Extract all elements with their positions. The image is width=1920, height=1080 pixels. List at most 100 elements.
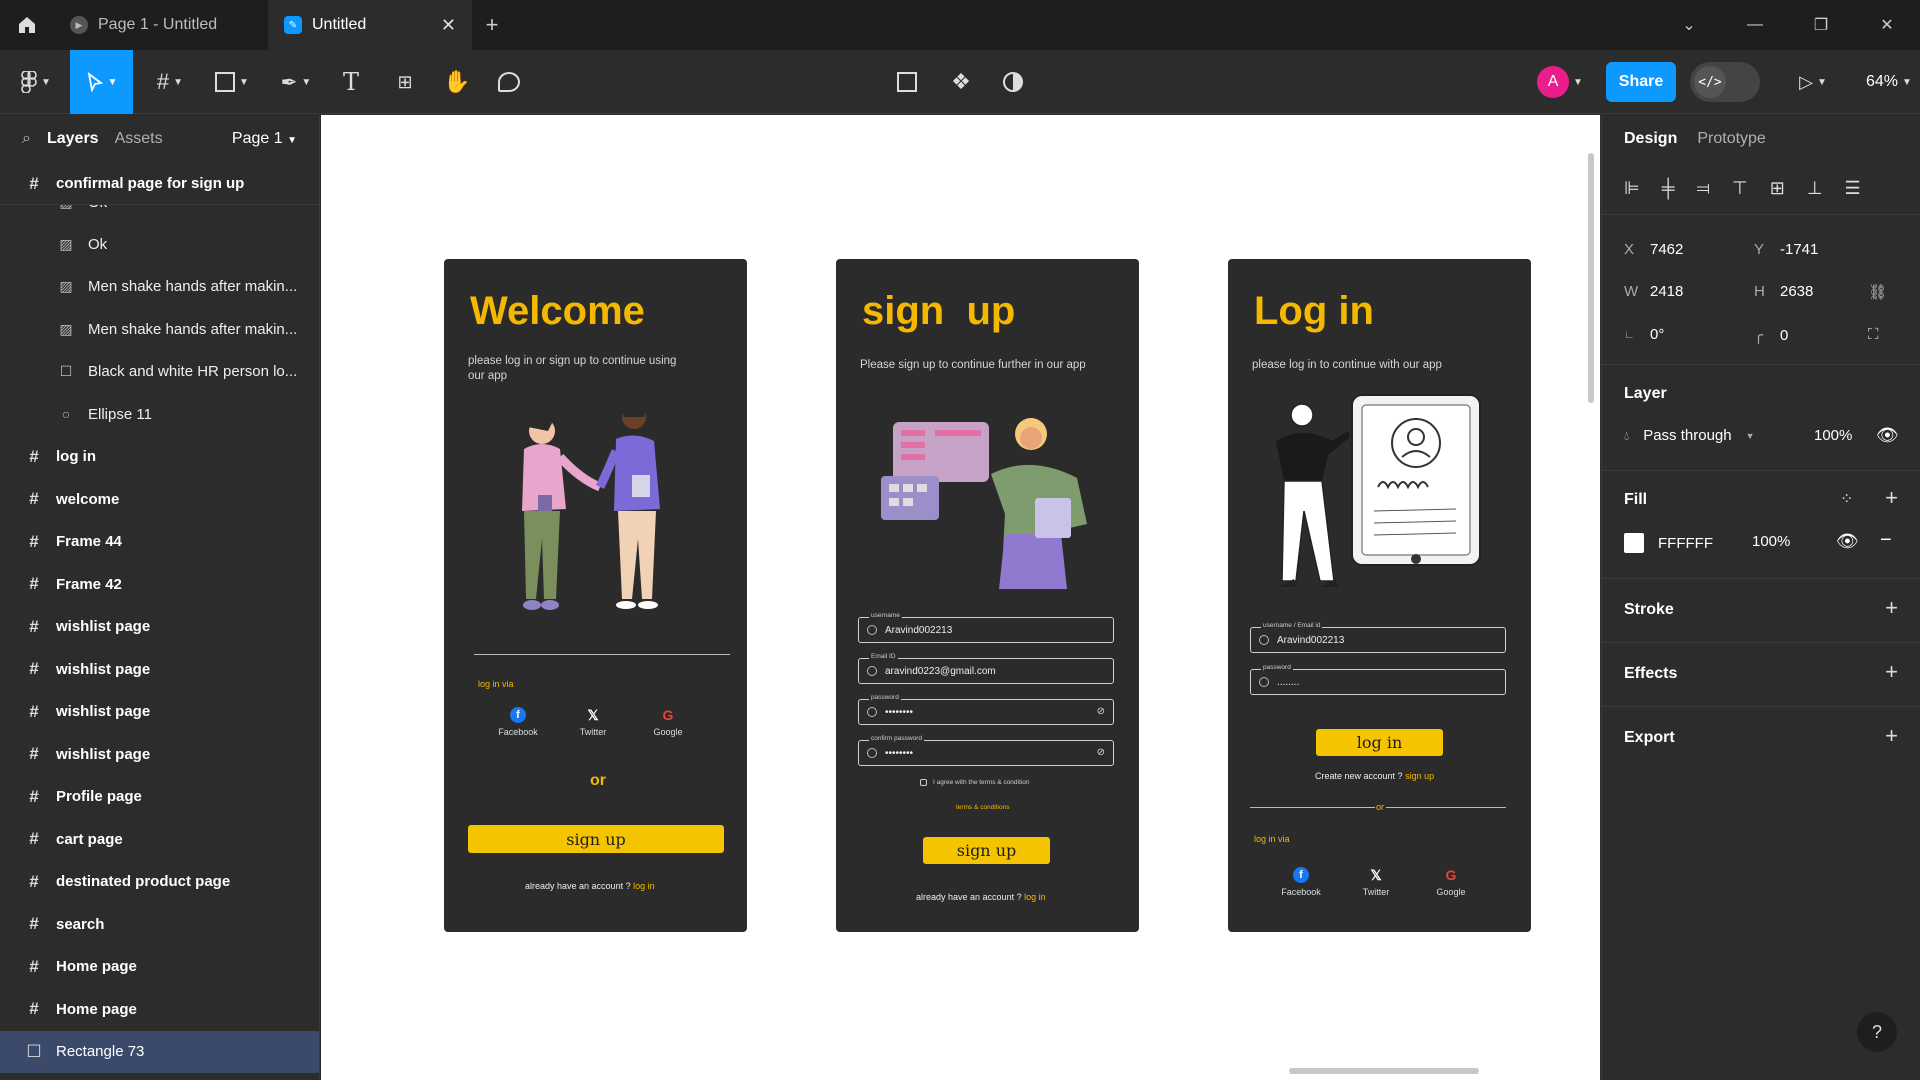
layer-frame[interactable]: # Frame 44	[0, 521, 319, 564]
terms-agreement[interactable]: I agree with the terms & condition	[920, 779, 1029, 786]
text-tool[interactable]: T	[334, 50, 368, 114]
frame-tool[interactable]: # ▼	[148, 50, 192, 114]
crop-button[interactable]	[890, 50, 924, 114]
screen-login[interactable]: Log in please log in to continue with ou…	[1228, 259, 1531, 932]
remove-fill-icon[interactable]: −	[1880, 529, 1892, 552]
share-button[interactable]: Share	[1606, 62, 1676, 102]
present-button[interactable]: ▷ ▼	[1788, 50, 1838, 114]
new-tab-button[interactable]: +	[472, 0, 512, 50]
login-button[interactable]: log in	[1316, 729, 1443, 756]
tab-untitled[interactable]: ✎ Untitled ✕	[268, 0, 472, 50]
layer-frame[interactable]: # Home page	[0, 946, 319, 989]
blend-mode-select[interactable]: 💧︎ Pass through ▼	[1624, 427, 1755, 444]
corner-radius-input[interactable]: ╭ 0	[1754, 326, 1788, 345]
minimize-button[interactable]: —	[1722, 0, 1788, 50]
align-center-h-icon[interactable]: ╪	[1662, 178, 1675, 199]
login-link[interactable]: log in	[633, 881, 655, 891]
sign-up-button[interactable]: sign up	[923, 837, 1050, 864]
layer-frame[interactable]: # wishlist page	[0, 606, 319, 649]
fill-opacity-input[interactable]: 100%	[1752, 533, 1790, 550]
close-tab-icon[interactable]: ✕	[441, 15, 456, 36]
facebook-button[interactable]: f Facebook	[488, 707, 548, 737]
google-button[interactable]: G Google	[1421, 867, 1481, 897]
login-link[interactable]: log in	[1024, 892, 1046, 902]
align-left-icon[interactable]: ⊫	[1624, 178, 1640, 199]
home-button[interactable]	[0, 0, 54, 50]
tab-page1[interactable]: ▶ Page 1 - Untitled	[54, 0, 268, 50]
layer-item[interactable]: ○ Ellipse 11	[0, 393, 319, 436]
component-button[interactable]: ❖	[944, 50, 978, 114]
layer-frame[interactable]: # wishlist page	[0, 733, 319, 776]
y-input[interactable]: Y -1741	[1754, 241, 1818, 258]
align-bottom-icon[interactable]: ⊥	[1807, 178, 1823, 199]
layer-frame[interactable]: # wishlist page	[0, 691, 319, 734]
height-input[interactable]: H 2638	[1754, 283, 1813, 300]
pen-tool[interactable]: ✒ ▼	[274, 50, 318, 114]
eye-off-icon[interactable]: ⊘	[1097, 706, 1105, 717]
tab-layers[interactable]: Layers	[47, 130, 99, 148]
close-window-button[interactable]: ✕	[1854, 0, 1920, 50]
layer-frame[interactable]: # log in	[0, 436, 319, 479]
username-field[interactable]: username Aravind002213	[858, 612, 1114, 643]
layer-frame[interactable]: # Frame 42	[0, 563, 319, 606]
layer-item[interactable]: ▨ Ok	[0, 223, 319, 266]
eye-icon[interactable]: 👁︎	[1876, 425, 1899, 446]
rotation-input[interactable]: ∟ 0°	[1624, 326, 1664, 343]
dev-mode-toggle[interactable]: </>	[1690, 62, 1760, 102]
color-swatch[interactable]	[1624, 533, 1644, 553]
fill-color-input[interactable]: FFFFFF	[1624, 533, 1713, 553]
help-button[interactable]: ?	[1857, 1012, 1897, 1052]
layer-item[interactable]: ▨ Men shake hands after makin...	[0, 308, 319, 351]
layer-frame[interactable]: # welcome	[0, 478, 319, 521]
align-top-icon[interactable]: ⊤	[1732, 178, 1748, 199]
layer-frame[interactable]: # search	[0, 903, 319, 946]
layer-frame[interactable]: # cart page	[0, 818, 319, 861]
design-canvas[interactable]: Welcome please log in or sign up to cont…	[321, 115, 1600, 1080]
eye-icon[interactable]: 👁︎	[1836, 531, 1859, 552]
add-fill-icon[interactable]: +	[1885, 485, 1898, 511]
avatar-menu[interactable]: A ▼	[1530, 50, 1590, 114]
restore-button[interactable]: ❐	[1788, 0, 1854, 50]
shape-tool[interactable]: ▼	[210, 50, 254, 114]
add-export-icon[interactable]: +	[1885, 723, 1898, 749]
align-right-icon[interactable]: ⫤	[1696, 178, 1710, 199]
vertical-scrollbar[interactable]	[1588, 153, 1594, 403]
main-menu-button[interactable]: ▼	[14, 50, 58, 114]
tab-prototype[interactable]: Prototype	[1697, 130, 1765, 148]
x-input[interactable]: X 7462	[1624, 241, 1683, 258]
width-input[interactable]: W 2418	[1624, 283, 1683, 300]
password-field[interactable]: password ........	[1250, 664, 1506, 695]
twitter-button[interactable]: 𝕏 Twitter	[563, 707, 623, 738]
style-grid-icon[interactable]: ⁘	[1840, 489, 1853, 509]
chevron-down-icon[interactable]: ⌄	[1656, 0, 1722, 50]
facebook-button[interactable]: f Facebook	[1271, 867, 1331, 897]
screen-welcome[interactable]: Welcome please log in or sign up to cont…	[444, 259, 747, 932]
add-effect-icon[interactable]: +	[1885, 659, 1898, 685]
tab-design[interactable]: Design	[1624, 130, 1677, 148]
contrast-button[interactable]	[996, 50, 1030, 114]
page-selector[interactable]: Page 1 ▼	[232, 130, 297, 148]
layer-frame[interactable]: # Home page	[0, 988, 319, 1031]
move-tool[interactable]: ▼	[70, 50, 133, 114]
layer-frame[interactable]: # wishlist page	[0, 648, 319, 691]
layer-frame[interactable]: # Profile page	[0, 776, 319, 819]
independent-corners-button[interactable]: ⛶	[1868, 326, 1879, 343]
confirm-password-field[interactable]: confirm password •••••••• ⊘	[858, 735, 1114, 766]
zoom-menu[interactable]: 64% ▼	[1866, 50, 1912, 114]
layer-item[interactable]: ☐ Black and white HR person lo...	[0, 351, 319, 394]
twitter-button[interactable]: 𝕏 Twitter	[1346, 867, 1406, 898]
comment-tool[interactable]	[492, 50, 526, 114]
layer-selected[interactable]: ☐ Rectangle 73	[0, 1030, 319, 1073]
eye-off-icon[interactable]: ⊘	[1097, 747, 1105, 758]
signup-link[interactable]: sign up	[1405, 771, 1434, 781]
align-center-v-icon[interactable]: ⊞	[1770, 178, 1785, 199]
sign-up-button[interactable]: sign up	[468, 825, 724, 853]
layer-frame-current[interactable]: # confirmal page for sign up	[0, 163, 319, 205]
email-field[interactable]: Email ID aravind0223@gmail.com	[858, 653, 1114, 684]
horizontal-scrollbar[interactable]	[1289, 1068, 1479, 1074]
screen-signup[interactable]: sign up Please sign up to continue furth…	[836, 259, 1139, 932]
layer-item[interactable]: ▨ Ok	[0, 205, 319, 223]
tab-assets[interactable]: Assets	[115, 130, 163, 148]
terms-link[interactable]: terms & conditions	[956, 804, 1009, 811]
layer-opacity-input[interactable]: 100%	[1814, 427, 1852, 444]
